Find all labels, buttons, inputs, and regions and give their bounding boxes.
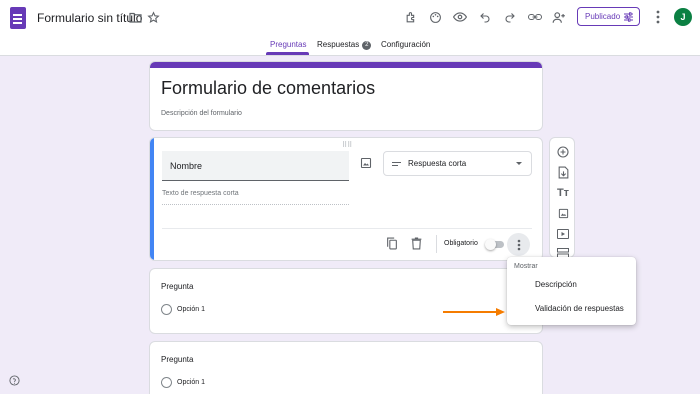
- question-card-active: ⠿⠿ Nombre Respuesta corta Texto de respu…: [149, 137, 543, 261]
- form-title[interactable]: Formulario de comentarios: [161, 78, 375, 99]
- help-icon[interactable]: [9, 373, 20, 391]
- redo-icon[interactable]: [502, 9, 518, 25]
- more-options-button[interactable]: [507, 233, 530, 256]
- question-title: Pregunta: [161, 355, 194, 364]
- question-title-input[interactable]: Nombre: [162, 151, 349, 181]
- addon-icon[interactable]: [403, 9, 419, 25]
- tab-responses[interactable]: Respuestas 2: [317, 40, 372, 50]
- question-type-label: Respuesta corta: [408, 159, 467, 168]
- question-type-select[interactable]: Respuesta corta: [383, 151, 532, 176]
- tune-icon: [624, 12, 633, 22]
- add-image-icon[interactable]: [360, 156, 372, 169]
- radio-option: [161, 377, 172, 388]
- add-question-icon[interactable]: [556, 145, 570, 159]
- divider: [162, 228, 532, 229]
- top-bar: Formulario sin título Publicado J Pregun…: [0, 0, 700, 56]
- focus-indicator: [150, 138, 154, 260]
- short-text-icon: [392, 162, 401, 168]
- preview-icon[interactable]: [452, 9, 468, 25]
- menu-item-description[interactable]: Descripción: [535, 280, 577, 289]
- avatar[interactable]: J: [674, 8, 692, 26]
- more-vert-icon: [517, 239, 520, 250]
- accent-bar: [150, 62, 542, 68]
- tab-settings[interactable]: Configuración: [381, 40, 430, 49]
- tab-responses-label: Respuestas: [317, 40, 360, 49]
- publish-label: Publicado: [585, 12, 621, 21]
- add-video-icon[interactable]: [556, 227, 570, 241]
- required-toggle[interactable]: [485, 239, 504, 250]
- form-title-card: Formulario de comentarios Descripción de…: [149, 61, 543, 131]
- chevron-down-icon: [516, 162, 522, 165]
- pointer-arrow-icon: [443, 308, 505, 316]
- import-questions-icon[interactable]: [556, 165, 570, 179]
- drag-handle-icon[interactable]: ⠿⠿: [342, 141, 352, 149]
- short-answer-placeholder: Texto de respuesta corta: [162, 190, 349, 205]
- add-collaborator-icon[interactable]: [551, 9, 567, 25]
- menu-heading: Mostrar: [514, 263, 538, 270]
- tab-bar: Preguntas Respuestas 2 Configuración: [0, 40, 700, 56]
- radio-option: [161, 304, 172, 315]
- add-title-icon[interactable]: Tт: [556, 186, 570, 200]
- toggle-knob: [485, 239, 496, 250]
- form-description[interactable]: Descripción del formulario: [161, 110, 242, 117]
- copy-icon[interactable]: [386, 237, 398, 255]
- trash-icon[interactable]: [411, 237, 422, 255]
- question-title: Pregunta: [161, 282, 194, 291]
- more-options-menu: Mostrar Descripción Validación de respue…: [507, 257, 636, 325]
- option-label: Opción 1: [177, 379, 206, 386]
- add-image-icon[interactable]: [556, 206, 570, 220]
- star-icon[interactable]: [145, 9, 161, 25]
- floating-toolbar: Tт: [549, 137, 575, 258]
- undo-icon[interactable]: [477, 9, 493, 25]
- required-label: Obligatorio: [444, 240, 478, 247]
- question-card[interactable]: Pregunta Opción 1: [149, 341, 543, 394]
- tab-questions[interactable]: Preguntas: [270, 40, 306, 49]
- divider: [436, 235, 437, 253]
- link-icon[interactable]: [527, 9, 543, 25]
- header-divider: [0, 55, 700, 56]
- forms-logo-icon[interactable]: [10, 7, 26, 29]
- more-vert-icon[interactable]: [652, 9, 664, 25]
- responses-count-badge: 2: [362, 40, 372, 50]
- publish-button[interactable]: Publicado: [577, 7, 640, 26]
- menu-item-response-validation[interactable]: Validación de respuestas: [535, 304, 624, 313]
- question-card[interactable]: Pregunta Opción 1: [149, 268, 543, 334]
- option-label: Opción 1: [177, 306, 206, 313]
- folder-icon[interactable]: [127, 9, 143, 25]
- palette-icon[interactable]: [427, 9, 443, 25]
